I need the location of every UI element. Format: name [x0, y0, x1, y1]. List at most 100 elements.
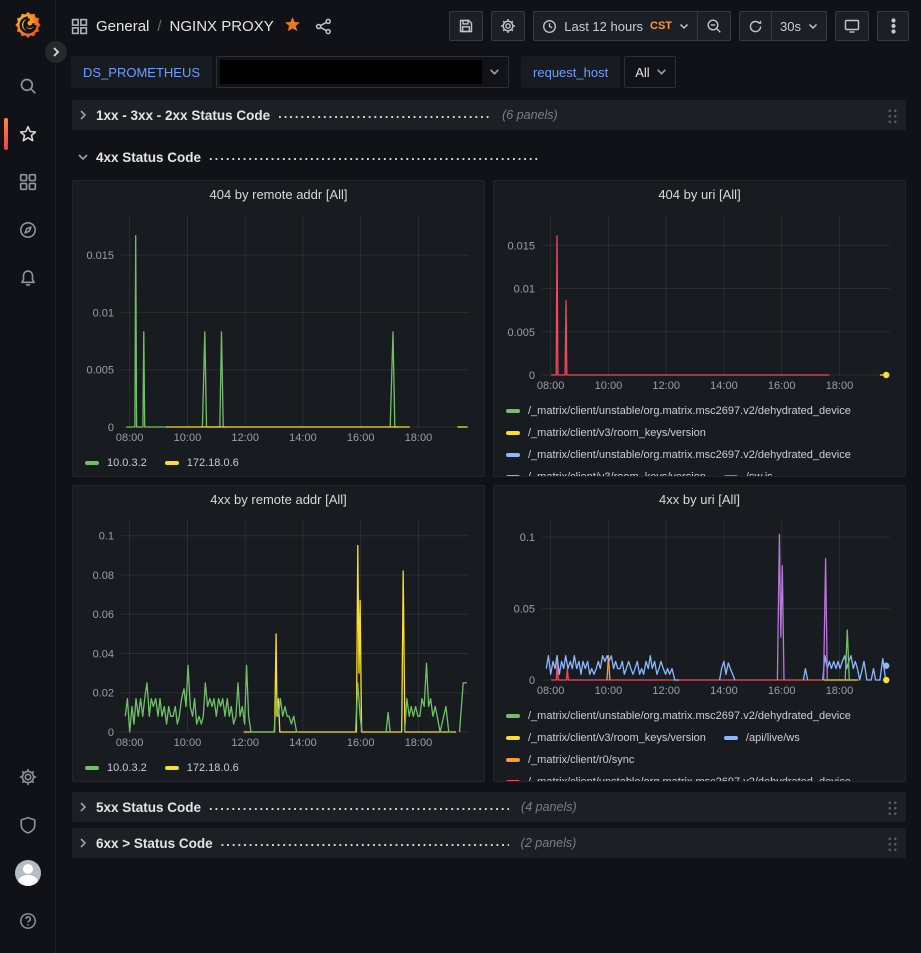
datasource-value-redacted [220, 60, 482, 84]
chevron-right-icon [51, 47, 61, 57]
panel-grid: 404 by remote addr [All] 08:0010:0012:00… [72, 180, 906, 782]
request-host-variable-label[interactable]: request_host [521, 56, 620, 88]
shield-icon [19, 816, 37, 834]
chart-canvas[interactable]: 08:0010:0012:0014:0016:0018:0000.020.040… [81, 512, 476, 755]
legend-swatch [506, 409, 520, 413]
legend-item[interactable]: /_matrix/client/unstable/org.matrix.msc2… [506, 771, 851, 782]
sidebar-item-explore[interactable] [0, 206, 55, 254]
svg-text:0.015: 0.015 [86, 250, 114, 262]
panel-title[interactable]: 404 by remote addr [All] [81, 181, 476, 207]
breadcrumb-dashboard-title[interactable]: NGINX PROXY [170, 18, 274, 35]
svg-text:0.04: 0.04 [93, 648, 114, 660]
sidebar-item-alerting[interactable] [0, 254, 55, 302]
svg-text:18:00: 18:00 [405, 432, 433, 444]
row-dots-leader: ........................................… [209, 148, 539, 166]
row-drag-handle[interactable] [887, 107, 898, 123]
dashboard-canvas: 1xx - 3xx - 2xx Status Code ............… [57, 92, 921, 858]
svg-text:0.005: 0.005 [507, 327, 535, 339]
legend-item[interactable]: /_matrix/client/r0/sync [506, 749, 634, 771]
svg-text:14:00: 14:00 [710, 380, 738, 392]
sidebar-item-help[interactable] [0, 897, 55, 945]
legend-item[interactable]: 172.18.0.6 [165, 757, 239, 779]
row-6xx[interactable]: 6xx > Status Code ......................… [72, 828, 906, 858]
svg-text:16:00: 16:00 [347, 737, 375, 749]
chart-canvas[interactable]: 08:0010:0012:0014:0016:0018:0000.0050.01… [81, 207, 476, 450]
sidebar-item-search[interactable] [0, 62, 55, 110]
variable-request-host: request_host All [521, 56, 676, 88]
legend-item[interactable]: /_matrix/client/unstable/org.matrix.msc2… [506, 444, 851, 466]
panel-legend: /_matrix/client/unstable/org.matrix.msc2… [502, 703, 897, 782]
refresh-interval-picker[interactable]: 30s [771, 11, 827, 41]
kebab-menu-button[interactable] [877, 11, 909, 41]
favorite-star-button[interactable] [284, 16, 301, 37]
breadcrumb: General / NGINX PROXY [71, 16, 332, 37]
row-5xx[interactable]: 5xx Status Code ........................… [72, 792, 906, 822]
search-icon [19, 77, 37, 95]
panel-title[interactable]: 404 by uri [All] [502, 181, 897, 207]
sidebar-item-profile[interactable] [0, 849, 55, 897]
row-1xx-3xx-2xx[interactable]: 1xx - 3xx - 2xx Status Code ............… [72, 100, 906, 130]
svg-text:14:00: 14:00 [710, 685, 738, 697]
zoom-out-icon [706, 18, 722, 34]
row-4xx[interactable]: 4xx Status Code ........................… [72, 142, 906, 172]
request-host-variable-select[interactable]: All [624, 56, 676, 88]
sidebar-item-configuration[interactable] [0, 753, 55, 801]
grafana-logo[interactable] [13, 10, 43, 40]
legend-item[interactable]: /_matrix/client/unstable/org.matrix.msc2… [506, 705, 851, 727]
panel-404-by-remote-addr: 404 by remote addr [All] 08:0010:0012:00… [72, 180, 485, 477]
breadcrumb-folder[interactable]: General [96, 18, 149, 35]
svg-text:0.015: 0.015 [507, 240, 535, 252]
share-button[interactable] [315, 18, 332, 35]
user-avatar [15, 860, 41, 886]
svg-text:18:00: 18:00 [405, 737, 433, 749]
legend-item[interactable]: 172.18.0.6 [165, 452, 239, 474]
sidebar-item-server-admin[interactable] [0, 801, 55, 849]
legend-swatch [506, 431, 520, 435]
legend-item[interactable]: /api/live/ws [724, 727, 800, 749]
svg-text:10:00: 10:00 [174, 432, 202, 444]
svg-text:14:00: 14:00 [289, 737, 317, 749]
save-dashboard-button[interactable] [449, 11, 483, 41]
time-range-picker[interactable]: Last 12 hours CST [533, 11, 698, 41]
sidebar-item-dashboards[interactable] [0, 158, 55, 206]
legend-swatch [506, 453, 520, 457]
legend-label: /_matrix/client/unstable/org.matrix.msc2… [528, 449, 851, 461]
row-title: 5xx Status Code [96, 800, 201, 815]
chart-canvas[interactable]: 08:0010:0012:0014:0016:0018:0000.050.1 [502, 512, 897, 703]
sidebar-expand-button[interactable] [44, 40, 68, 64]
legend-label: 10.0.3.2 [107, 457, 147, 469]
cycle-view-mode-button[interactable] [835, 11, 869, 41]
legend-item[interactable]: 10.0.3.2 [85, 757, 147, 779]
legend-item[interactable]: /_matrix/client/unstable/org.matrix.msc2… [506, 400, 851, 422]
legend-item[interactable]: /_matrix/client/v3/room_keys/version [506, 422, 706, 444]
dashboards-grid-icon [19, 173, 37, 191]
legend-label: /api/live/ws [746, 732, 800, 744]
datasource-variable-label[interactable]: DS_PROMETHEUS [71, 56, 212, 88]
dashboard-settings-button[interactable] [491, 11, 525, 41]
row-drag-handle[interactable] [887, 835, 898, 851]
panel-404-by-uri: 404 by uri [All] 08:0010:0012:0014:0016:… [493, 180, 906, 477]
legend-item[interactable]: /_matrix/client/v3/room_keys/version [506, 466, 706, 477]
zoom-out-time-button[interactable] [697, 11, 731, 41]
panel-title[interactable]: 4xx by uri [All] [502, 486, 897, 512]
panel-title[interactable]: 4xx by remote addr [All] [81, 486, 476, 512]
svg-text:10:00: 10:00 [174, 737, 202, 749]
svg-text:10:00: 10:00 [595, 685, 623, 697]
refresh-icon [748, 19, 763, 34]
row-drag-handle[interactable] [887, 799, 898, 815]
legend-swatch [506, 758, 520, 762]
refresh-button[interactable] [739, 11, 772, 41]
svg-text:18:00: 18:00 [826, 685, 854, 697]
legend-item[interactable]: 10.0.3.2 [85, 452, 147, 474]
datasource-variable-select[interactable] [216, 56, 509, 88]
chart-canvas[interactable]: 08:0010:0012:0014:0016:0018:0000.0050.01… [502, 207, 897, 398]
svg-text:16:00: 16:00 [768, 380, 796, 392]
row-title: 4xx Status Code [96, 150, 201, 165]
legend-item[interactable]: /_matrix/client/v3/room_keys/version [506, 727, 706, 749]
sidebar-item-starred[interactable] [0, 110, 55, 158]
svg-text:16:00: 16:00 [768, 685, 796, 697]
legend-label: /_matrix/client/unstable/org.matrix.msc2… [528, 405, 851, 417]
chevron-down-icon [656, 68, 667, 76]
legend-label: /_matrix/client/unstable/org.matrix.msc2… [528, 710, 851, 722]
legend-item[interactable]: /sw.js [724, 466, 773, 477]
